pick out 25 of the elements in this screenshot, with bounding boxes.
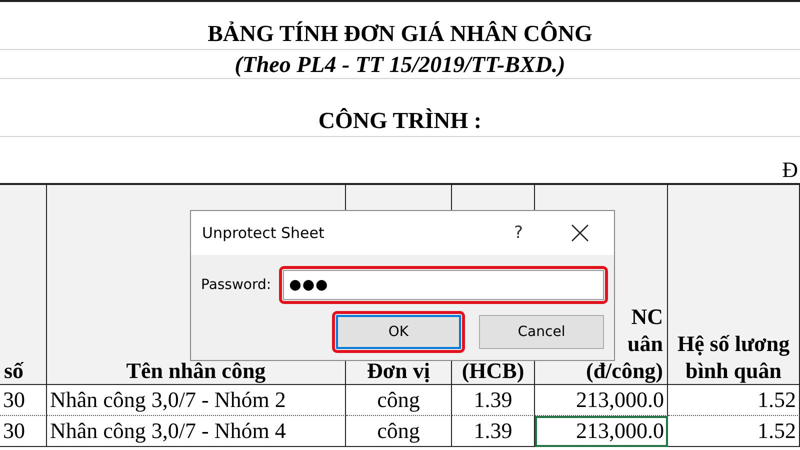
table-cell: 213,000.0 xyxy=(535,385,668,416)
header-cell: số xyxy=(0,185,47,385)
table-cell: Nhân công 3,0/7 - Nhóm 2 xyxy=(47,385,346,416)
table-cell: Nhân công 3,0/7 - Nhóm 4 xyxy=(47,416,346,447)
sheet-title: BẢNG TÍNH ĐƠN GIÁ NHÂN CÔNG xyxy=(208,21,592,47)
table-cell: 1.52 xyxy=(668,385,800,416)
dialog-button[interactable]: Cancel xyxy=(479,315,604,349)
table-cell: 30 xyxy=(0,416,47,447)
table-cell: 1.39 xyxy=(452,416,535,447)
dialog-button[interactable]: OK xyxy=(336,315,461,349)
password-field[interactable]: ●●● xyxy=(283,270,604,300)
sheet-subtitle: (Theo PL4 - TT 15/2019/TT-BXD.) xyxy=(234,52,566,78)
project-label: CÔNG TRÌNH : xyxy=(318,108,482,134)
table-cell: công xyxy=(346,385,452,416)
table-cell: 1.39 xyxy=(452,385,535,416)
password-label: Password: xyxy=(201,277,272,293)
header-cell: Hệ số lương bình quân xyxy=(668,185,800,385)
table-cell: công xyxy=(346,416,452,447)
table-cell: 30 xyxy=(0,385,47,416)
table-cell: 1.52 xyxy=(668,416,800,447)
table-cell: 213,000.0 xyxy=(535,416,668,447)
unit-note: Đ xyxy=(782,157,798,183)
close-icon[interactable] xyxy=(571,224,589,242)
help-button[interactable]: ? xyxy=(514,223,523,243)
dialog-title: Unprotect Sheet xyxy=(202,224,326,242)
